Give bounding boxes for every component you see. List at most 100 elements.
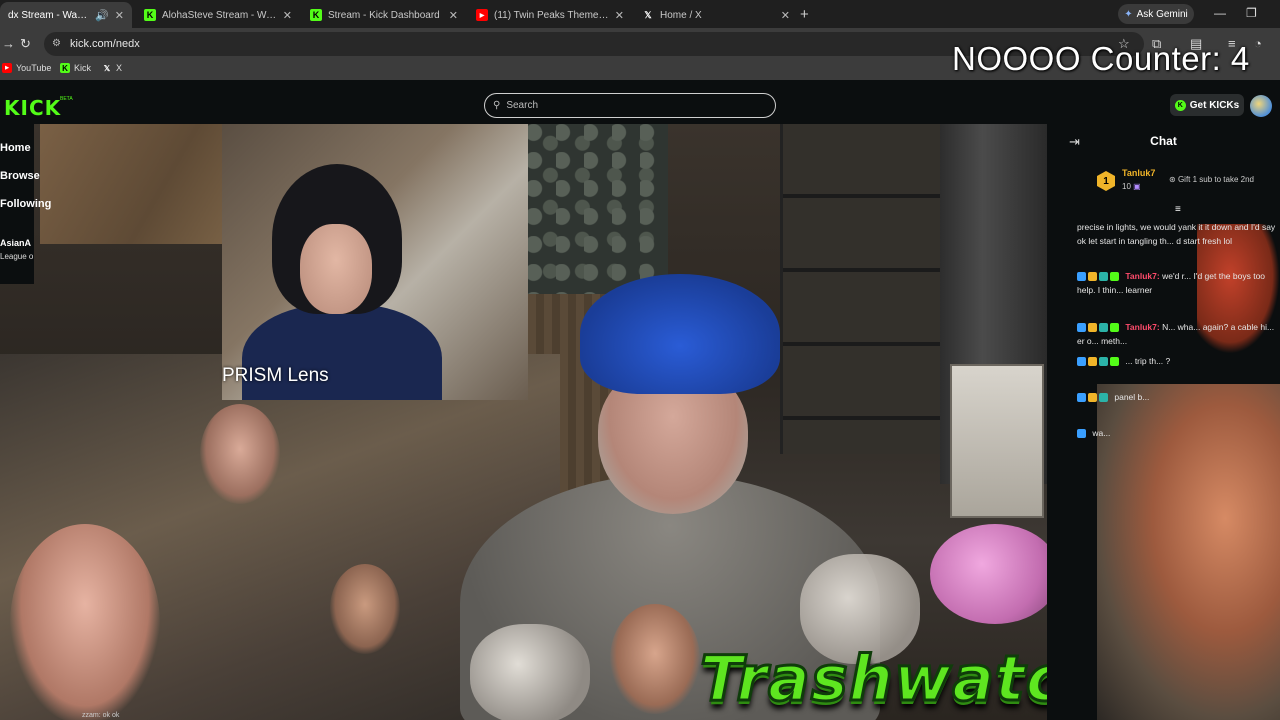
badge-icon	[1077, 429, 1086, 439]
badge-icon	[1077, 272, 1086, 282]
bookmark-x[interactable]: 𝕏 X	[102, 63, 122, 73]
chat-title: Chat	[1150, 134, 1177, 148]
prism-lens-watermark: PRISM Lens	[222, 365, 329, 386]
badge-icon	[1077, 323, 1086, 333]
close-tab-icon[interactable]: ✕	[449, 9, 458, 22]
bookmark-label: X	[116, 63, 123, 73]
webcam-face	[300, 224, 372, 314]
streamer-hat	[580, 274, 780, 394]
background-equipment	[950, 364, 1044, 518]
badge-group	[1077, 354, 1121, 368]
badge-group	[1077, 320, 1121, 334]
bookmark-youtube[interactable]: ▶ YouTube	[2, 63, 51, 73]
kick-favicon-icon: K	[144, 9, 156, 21]
gift-icon: ▣	[1133, 182, 1141, 191]
speaker-icon[interactable]: 🔊	[95, 9, 109, 22]
tab-title: Stream - Kick Dashboard	[328, 9, 440, 21]
gifter-name: Tanluk7	[1122, 168, 1156, 178]
tab-alohasteve[interactable]: K AlohaSteve Stream - Watch Live ✕	[136, 2, 300, 28]
badge-icon	[1099, 393, 1108, 403]
badge-icon	[1077, 393, 1086, 403]
bookmark-kick[interactable]: K Kick	[60, 63, 91, 73]
kick-logo[interactable]: KICK	[4, 96, 61, 120]
gemini-label: Ask Gemini	[1136, 8, 1188, 20]
get-kicks-button[interactable]: K Get KICKs	[1170, 94, 1244, 116]
badge-group	[1077, 269, 1121, 283]
chat-message: precise in lights, we would yank it it d…	[1077, 220, 1277, 248]
chat-message: panel b...	[1077, 390, 1277, 404]
ask-gemini-button[interactable]: ✦ Ask Gemini	[1118, 4, 1194, 24]
kicks-coin-icon: K	[1174, 99, 1186, 111]
x-icon: 𝕏	[103, 63, 111, 73]
user-avatar[interactable]	[1250, 95, 1272, 117]
site-info-icon[interactable]: ⚙	[52, 38, 61, 49]
gift-cta-label: Gift 1 sub to take 2nd	[1177, 175, 1254, 184]
tab-home-x[interactable]: 𝕏 Home / X ✕	[634, 2, 798, 28]
profile-icon[interactable]: ◔	[1254, 36, 1262, 51]
close-tab-icon[interactable]: ✕	[615, 9, 624, 22]
overlay-face	[330, 564, 400, 654]
overlay-face	[610, 604, 700, 714]
overlay-caption: zzam: ok ok	[82, 712, 120, 719]
badge-icon	[1099, 272, 1108, 282]
badge-group	[1077, 390, 1110, 404]
chat-message: wa...	[1077, 426, 1277, 440]
crown-icon	[1088, 272, 1097, 282]
tab-kick-dashboard[interactable]: K Stream - Kick Dashboard ✕	[302, 2, 466, 28]
bookmark-label: Kick	[74, 63, 92, 73]
tab-title: AlohaSteve Stream - Watch Live	[162, 9, 277, 21]
overlay-face	[10, 524, 160, 720]
overlay-face	[200, 404, 280, 504]
chat-username[interactable]: Tanluk7:	[1125, 322, 1159, 332]
webcam-overlay	[222, 124, 528, 400]
nav-following[interactable]: Following	[0, 198, 51, 210]
trashwatch-logo: Trashwatch	[699, 641, 1047, 717]
stream-video[interactable]: PRISM Lens Trashwatch zzam: ok ok	[0, 124, 1047, 720]
chat-text: ... trip th... ?	[1125, 356, 1171, 366]
background-wallpaper	[528, 124, 668, 294]
url-text: kick.com/nedx	[70, 38, 140, 50]
new-tab-icon[interactable]: +	[800, 6, 809, 23]
chat-panel: Chat ⇥ 1 Tanluk7 10 ▣ ⊛ Gift 1 sub to ta…	[1047, 124, 1280, 720]
nav-channel-category: League o	[0, 252, 34, 261]
tab-twin-peaks[interactable]: ▶ (11) Twin Peaks Theme (Instrum ✕	[468, 2, 632, 28]
kick-beta-badge: BETA	[60, 96, 73, 102]
tab-nedx-stream[interactable]: dx Stream - Watch Live o 🔊 ✕	[0, 2, 132, 28]
gift-icon: ⊛	[1169, 175, 1176, 184]
close-tab-icon[interactable]: ✕	[115, 9, 124, 22]
sub-badge-icon	[1110, 272, 1119, 282]
get-kicks-label: Get KICKs	[1189, 99, 1240, 111]
badge-icon	[1099, 323, 1108, 333]
chat-message: ... trip th... ?	[1077, 354, 1277, 368]
reload-icon[interactable]: ↻	[20, 36, 31, 52]
crown-icon	[1088, 323, 1097, 333]
nav-browse[interactable]: Browse	[0, 170, 40, 182]
forward-icon[interactable]: →	[2, 36, 15, 51]
nav-home[interactable]: Home	[0, 142, 31, 154]
nav-channel-asiana[interactable]: AsianA	[0, 238, 31, 248]
collapse-chat-icon[interactable]: ⇥	[1069, 134, 1080, 150]
search-input[interactable]: ⚲ Search	[484, 93, 776, 118]
chat-text: precise in lights, we would yank it it d…	[1077, 222, 1276, 246]
sub-badge-icon	[1110, 357, 1119, 367]
badge-icon	[1077, 357, 1086, 367]
youtube-icon: ▶	[2, 63, 12, 73]
chat-text: wa...	[1092, 428, 1111, 438]
gifter-count: 10 ▣	[1122, 182, 1141, 191]
minimize-icon[interactable]: —	[1214, 6, 1226, 20]
sub-badge-icon	[1110, 323, 1119, 333]
gemini-sparkle-icon: ✦	[1124, 8, 1133, 20]
search-icon: ⚲	[493, 100, 501, 111]
nooo-counter-overlay: NOOOO Counter: 4	[952, 40, 1250, 77]
tab-title: dx Stream - Watch Live o	[8, 9, 90, 21]
close-tab-icon[interactable]: ✕	[781, 9, 790, 22]
top-gifter[interactable]: 1 Tanluk7 10 ▣ ⊛ Gift 1 sub to take 2nd	[1097, 168, 1277, 198]
chat-username[interactable]: Tanluk7:	[1125, 271, 1159, 281]
gift-sub-button[interactable]: ⊛ Gift 1 sub to take 2nd	[1169, 175, 1254, 184]
close-tab-icon[interactable]: ✕	[283, 9, 292, 22]
tab-title: Home / X	[660, 9, 702, 21]
pinned-filter-icon[interactable]: ≡	[1175, 204, 1181, 215]
trash-bag	[470, 624, 590, 720]
search-placeholder: Search	[506, 100, 539, 111]
maximize-icon[interactable]: ❐	[1246, 6, 1257, 20]
